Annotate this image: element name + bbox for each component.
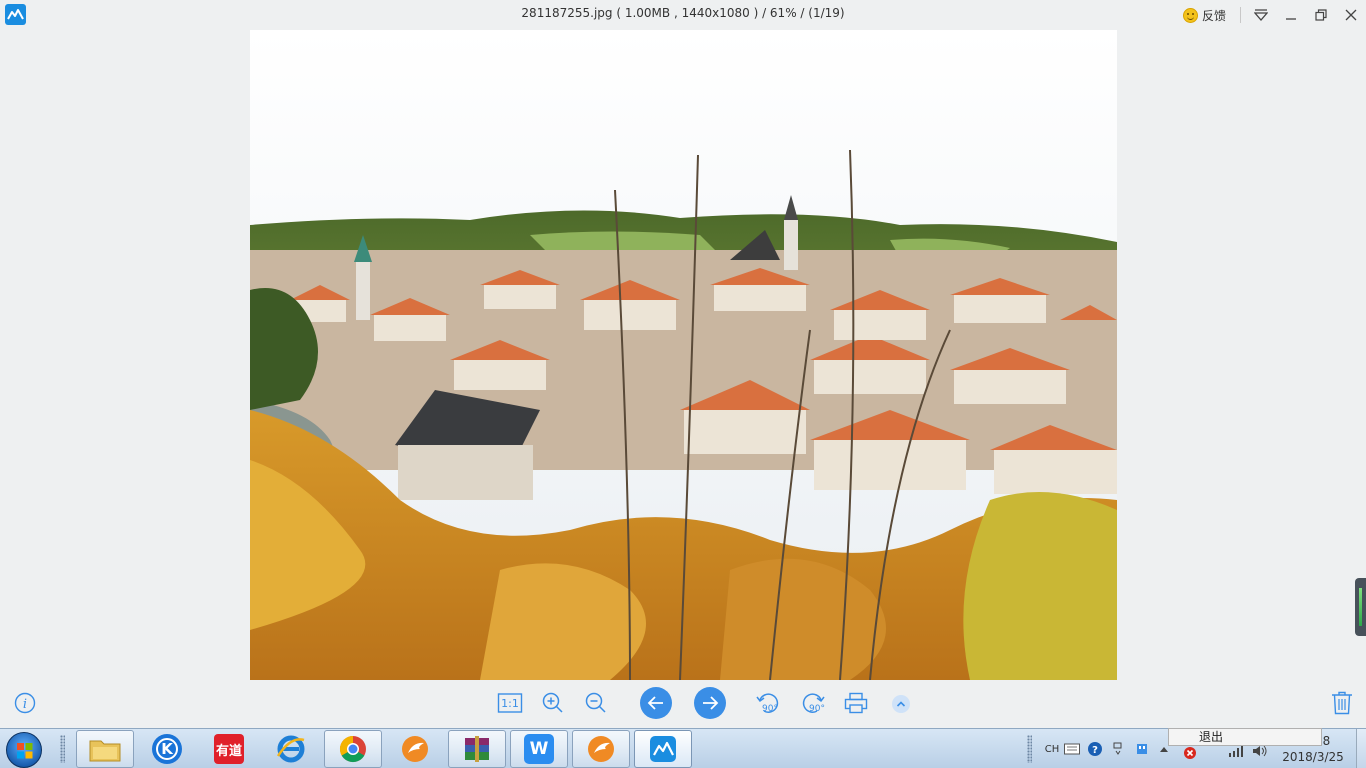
- network-device-icon[interactable]: [1134, 741, 1150, 757]
- photo-canvas[interactable]: [250, 30, 1117, 680]
- kugou-label: K: [156, 738, 178, 760]
- taskbar-grip: [60, 735, 65, 763]
- rotate-left-label: 90°: [762, 704, 778, 714]
- clock-date: 2018/3/25: [1282, 750, 1344, 764]
- skin-icon: [1254, 9, 1268, 21]
- taskbar-thunder-2[interactable]: [572, 730, 630, 768]
- svg-text:i: i: [23, 697, 27, 712]
- feedback-button[interactable]: 反馈: [1183, 6, 1226, 24]
- title-separator: [1240, 7, 1241, 23]
- exit-tooltip: 退出: [1168, 728, 1322, 746]
- restore-icon: [1315, 9, 1327, 21]
- previous-button[interactable]: [640, 687, 672, 719]
- minimize-icon: [1286, 18, 1296, 20]
- thunder-icon-2: [588, 736, 614, 762]
- feedback-label: 反馈: [1202, 8, 1227, 23]
- taskbar-file-explorer[interactable]: [76, 730, 134, 768]
- expand-up-button[interactable]: [892, 695, 910, 713]
- next-button[interactable]: [694, 687, 726, 719]
- wps-writer-icon: W: [524, 734, 554, 764]
- youdao-dictionary-icon: 有道: [214, 734, 244, 764]
- delete-button[interactable]: [1327, 688, 1357, 718]
- print-icon: [844, 692, 868, 714]
- help-icon[interactable]: ?: [1087, 741, 1103, 757]
- expand-up-icon: [896, 701, 906, 707]
- zoom-in-icon: [542, 692, 563, 713]
- landscape-photo: [250, 30, 1117, 680]
- minimize-button[interactable]: [1280, 5, 1302, 25]
- next-arrow-icon: [703, 696, 719, 710]
- info-icon: i: [14, 692, 36, 714]
- close-icon: [1345, 9, 1357, 21]
- winrar-icon: [465, 736, 489, 762]
- start-button[interactable]: [6, 732, 42, 768]
- exit-tooltip-label: 退出: [1199, 730, 1224, 744]
- zoom-in-button[interactable]: [538, 688, 568, 718]
- action-center-error-icon[interactable]: [1182, 745, 1198, 761]
- actual-size-button[interactable]: 1:1: [495, 688, 525, 718]
- smiley-icon: [1183, 7, 1198, 23]
- chrome-icon: [339, 735, 366, 763]
- tray-options-icon[interactable]: [1110, 741, 1126, 757]
- rotate-right-button[interactable]: 90°: [798, 688, 828, 718]
- keyboard-icon[interactable]: [1064, 741, 1080, 757]
- kugou-music-icon: K: [152, 734, 182, 764]
- file-explorer-icon: [89, 740, 121, 762]
- taskbar-thunder[interactable]: [386, 730, 444, 768]
- actual-size-label: 1:1: [501, 696, 519, 710]
- print-button[interactable]: [841, 688, 871, 718]
- taskbar-winrar[interactable]: [448, 730, 506, 768]
- language-indicator[interactable]: CH: [1042, 741, 1062, 757]
- taskbar-photo-viewer[interactable]: [634, 730, 692, 768]
- youdao-label: 有道: [215, 743, 242, 759]
- trash-icon: [1332, 691, 1352, 715]
- zoom-out-button[interactable]: [581, 688, 611, 718]
- close-button[interactable]: [1340, 5, 1362, 25]
- wps-label: W: [529, 739, 549, 759]
- skin-button[interactable]: [1250, 5, 1272, 25]
- tray-grip: [1027, 735, 1032, 763]
- rotate-right-label: 90°: [809, 704, 825, 714]
- svg-text:?: ?: [1092, 745, 1098, 756]
- thunder-icon: [402, 736, 428, 762]
- photo-viewer-icon: [650, 736, 676, 762]
- side-panel-handle[interactable]: [1355, 578, 1366, 636]
- taskbar-wps[interactable]: W: [510, 730, 568, 768]
- taskbar: K 有道 W CH ? 2018/3/25: [0, 728, 1366, 768]
- taskbar-kugou[interactable]: K: [138, 730, 196, 768]
- info-button[interactable]: i: [10, 688, 40, 718]
- taskbar-chrome[interactable]: [324, 730, 382, 768]
- restore-button[interactable]: [1310, 5, 1332, 25]
- taskbar-youdao[interactable]: 有道: [200, 730, 258, 768]
- taskbar-ie[interactable]: [262, 730, 320, 768]
- previous-arrow-icon: [647, 696, 663, 710]
- windows-logo-icon: [17, 743, 33, 759]
- internet-explorer-icon: [276, 735, 305, 763]
- rotate-left-button[interactable]: 90°: [753, 688, 783, 718]
- viewer-toolbar: i 1:1 90° 90°: [0, 684, 1366, 726]
- title-bar: 281187255.jpg ( 1.00MB , 1440x1080 ) / 6…: [0, 0, 1366, 30]
- zoom-out-icon: [585, 692, 606, 713]
- show-desktop-button[interactable]: [1356, 729, 1366, 768]
- window-title: 281187255.jpg ( 1.00MB , 1440x1080 ) / 6…: [521, 6, 845, 20]
